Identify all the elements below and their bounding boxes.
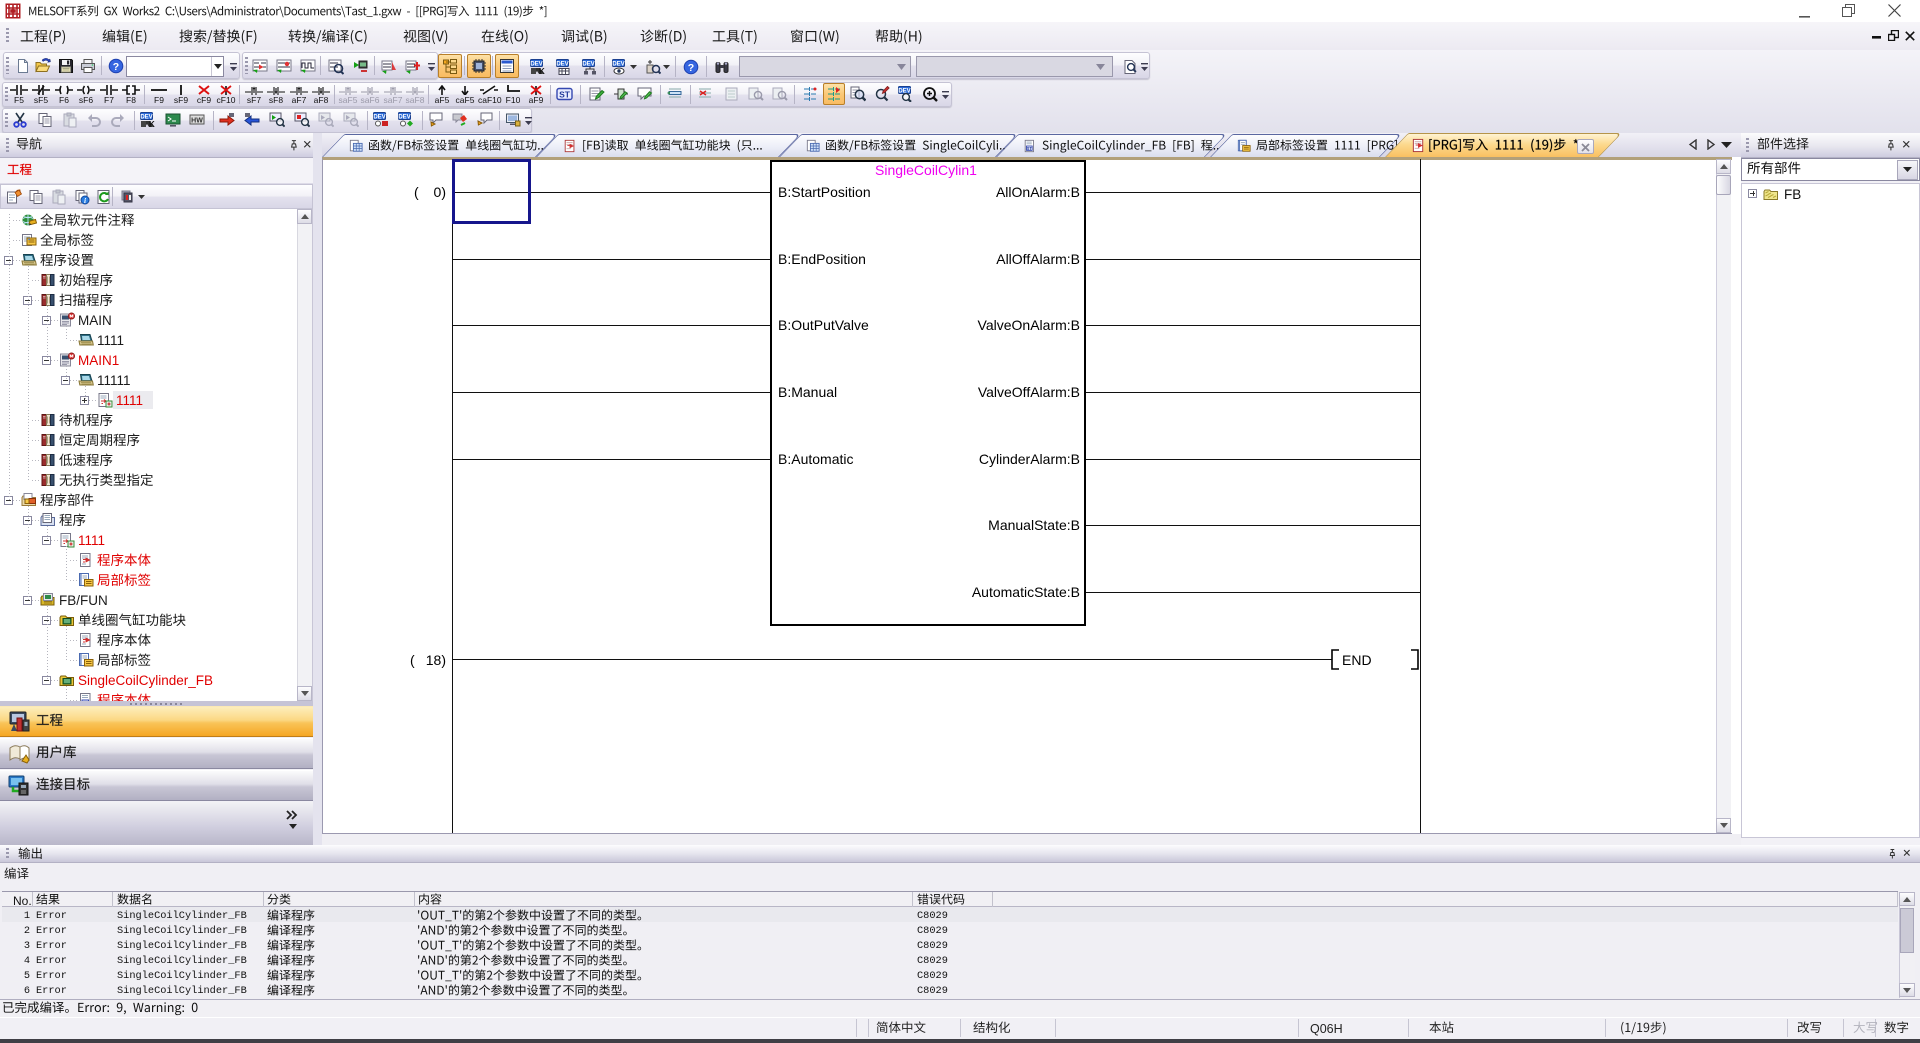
svg-text:K: K [149,120,155,128]
svg-text:?: ? [112,61,118,73]
svg-text:HW: HW [191,118,203,125]
svg-text:ST: ST [1027,146,1033,151]
svg-text:?: ? [687,62,693,74]
svg-text:K: K [539,67,545,75]
svg-text:DEV: DEV [556,61,568,67]
svg-text:DEV: DEV [582,61,594,67]
svg-text:DEV: DEV [398,115,410,121]
svg-text:DEV: DEV [612,61,624,67]
svg-text:DEV: DEV [373,115,385,121]
svg-text:ST: ST [559,90,571,100]
